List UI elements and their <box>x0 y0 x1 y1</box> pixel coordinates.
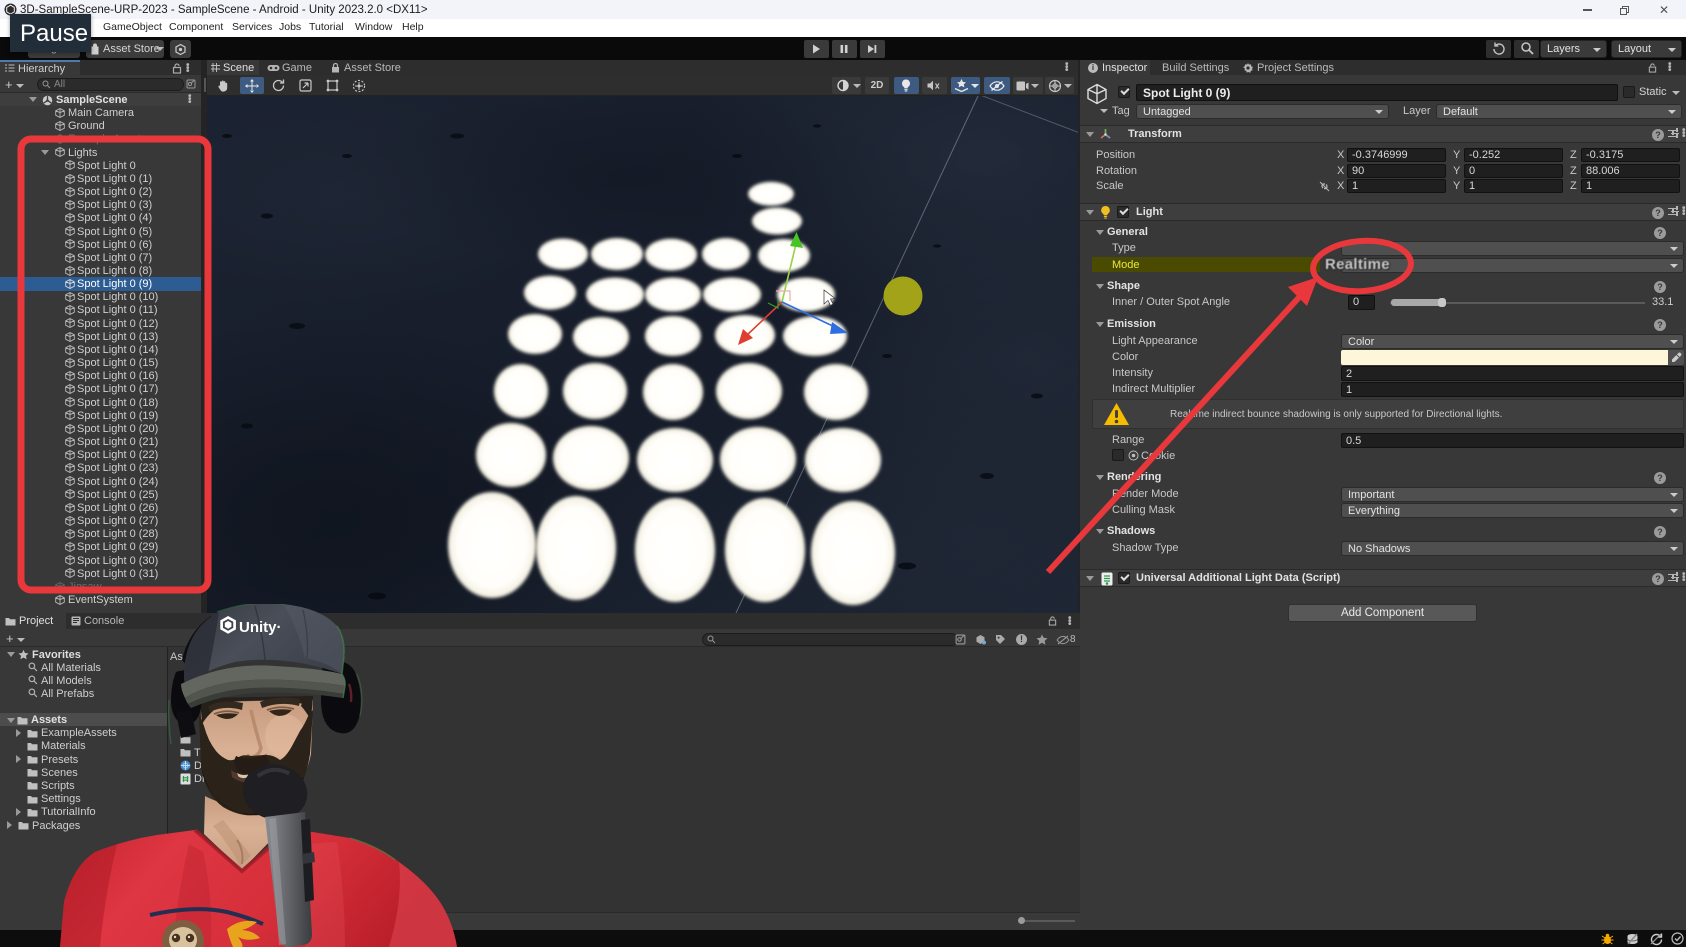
svg-text:Unity·: Unity· <box>239 619 282 636</box>
